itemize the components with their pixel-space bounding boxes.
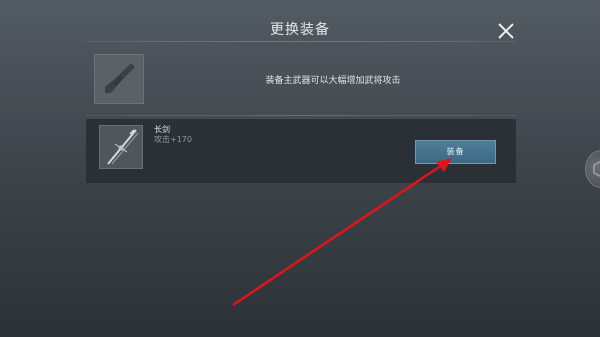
weapon-silhouette-icon (105, 63, 135, 93)
item-icon-frame (99, 125, 143, 169)
current-weapon-slot (94, 54, 144, 104)
sword-icon (107, 129, 139, 165)
section-divider (86, 115, 516, 116)
side-round-button[interactable] (585, 150, 600, 188)
side-round-button-icon (593, 161, 600, 177)
equip-button[interactable]: 装备 (415, 140, 496, 164)
close-icon (498, 23, 514, 39)
equip-tip: 装备主武器可以大幅增加武将攻击 (265, 76, 401, 86)
close-button[interactable] (495, 20, 517, 42)
title-divider (86, 41, 516, 42)
item-attack-stat: 攻击+170 (154, 135, 192, 144)
